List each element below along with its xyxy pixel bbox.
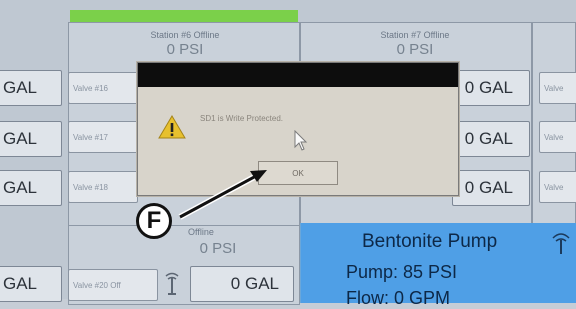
gal-button-left-3[interactable]: GAL: [0, 170, 62, 206]
valve-17-button[interactable]: Valve #17: [68, 121, 138, 153]
station-8-title: Offline: [188, 227, 214, 237]
dialog-message: SD1 is Write Protected.: [200, 114, 283, 123]
valve-right-2-button[interactable]: Valve: [539, 121, 576, 153]
valve-20-button[interactable]: Valve #20 Off: [68, 269, 158, 301]
mouse-cursor-icon: [294, 129, 308, 152]
gal-button-bottom[interactable]: 0 GAL: [190, 266, 294, 302]
status-bar: [70, 10, 298, 22]
gal-button-mid-2[interactable]: 0 GAL: [452, 121, 530, 157]
gal-button-mid-3[interactable]: 0 GAL: [452, 170, 530, 206]
callout-f: F: [136, 203, 172, 239]
bentonite-pump-title: Bentonite Pump: [362, 231, 498, 252]
warning-icon: [158, 114, 186, 140]
ok-button[interactable]: OK: [258, 161, 338, 185]
valve-right-3-button[interactable]: Valve: [539, 171, 576, 203]
antenna-icon: [162, 272, 182, 296]
callout-arrow: [170, 165, 270, 225]
station-7-title: Station #7 Offline: [380, 30, 450, 40]
gal-button-left-4[interactable]: GAL: [0, 266, 62, 302]
station-8-psi: 0 PSI: [199, 240, 237, 257]
gal-button-mid-1[interactable]: 0 GAL: [452, 70, 530, 106]
station-7-psi: 0 PSI: [396, 41, 434, 58]
station-6-psi: 0 PSI: [166, 41, 204, 58]
valve-right-1-button[interactable]: Valve: [539, 72, 576, 104]
valve-18-button[interactable]: Valve #18: [68, 171, 138, 203]
gal-button-left-2[interactable]: GAL: [0, 121, 62, 157]
bentonite-pump-pressure: Pump: 85 PSI: [346, 262, 458, 282]
dialog-title-bar: [138, 63, 458, 87]
station-6-title: Station #6 Offline: [150, 30, 220, 40]
antenna-icon: [550, 232, 572, 256]
valve-16-button[interactable]: Valve #16: [68, 72, 138, 104]
gal-button-left-1[interactable]: GAL: [0, 70, 62, 106]
